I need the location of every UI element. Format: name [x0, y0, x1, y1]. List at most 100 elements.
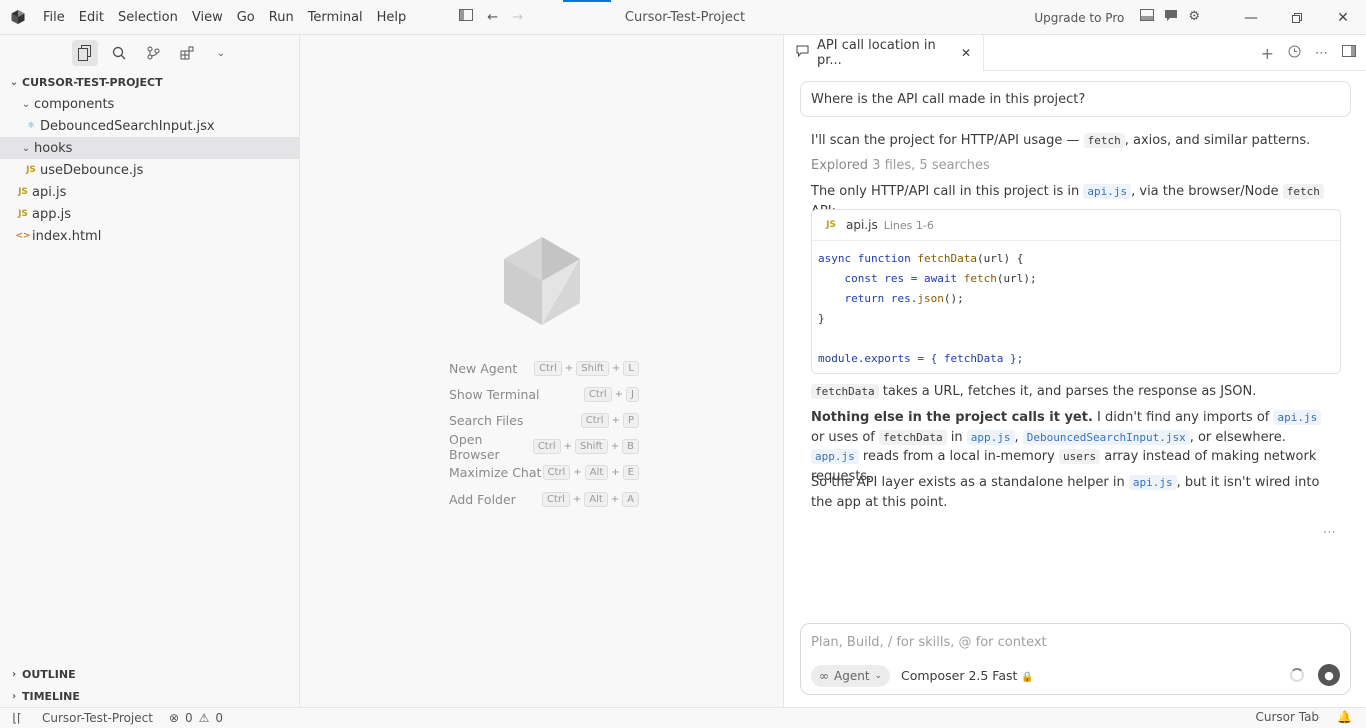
code-file-name: api.js	[846, 218, 878, 232]
code-block-header[interactable]: JS api.js Lines 1-6	[812, 210, 1340, 241]
agent-mode-dropdown[interactable]: ∞ Agent ⌄	[811, 665, 891, 687]
forward-arrow-icon[interactable]: →	[512, 10, 523, 25]
chat-input-placeholder[interactable]: Plan, Build, / for skills, @ for context	[811, 635, 1047, 650]
shortcut-show-terminal[interactable]: Show Terminal Ctrl + J	[449, 381, 639, 407]
key-badge: J	[626, 386, 639, 402]
warning-count: 0	[215, 711, 224, 725]
shortcut-open-browser[interactable]: Open Browser Ctrl + Shift + B	[449, 432, 639, 462]
status-problems[interactable]: ⊗ 0 ⚠ 0	[169, 711, 223, 725]
react-file-icon: ⚛	[26, 121, 36, 131]
file-link-app-js[interactable]: app.js	[811, 449, 859, 464]
layout-panel-icon[interactable]	[1140, 9, 1155, 26]
shortcut-label: Add Folder	[449, 491, 516, 507]
message-more-icon[interactable]: ⋯	[1323, 525, 1336, 540]
message-text: The only HTTP/API call in this project i…	[811, 184, 1084, 199]
remote-connection-icon[interactable]: ⌊⌈	[0, 711, 34, 725]
key-badge: Shift	[575, 439, 608, 455]
assistant-message-3: fetchData takes a URL, fetches it, and p…	[811, 382, 1331, 402]
explored-summary[interactable]: Explored 3 files, 5 searches	[811, 156, 1331, 176]
file-link-debouncedsearchinput[interactable]: DebouncedSearchInput.jsx	[1022, 429, 1190, 445]
tree-file-usedebounce[interactable]: JS useDebounce.js	[0, 159, 299, 181]
chat-tab-active[interactable]: API call location in pr... ✕	[784, 34, 984, 71]
chat-input-box[interactable]: Plan, Build, / for skills, @ for context…	[800, 623, 1351, 695]
model-selector[interactable]: Composer 2.5 Fast 🔒	[901, 668, 1034, 683]
chevron-right-icon: ›	[11, 668, 17, 680]
tree-file-debouncedsearchinput[interactable]: ⚛ DebouncedSearchInput.jsx	[0, 115, 299, 137]
agent-mode-label: Agent	[834, 669, 870, 683]
inline-code: fetch	[1083, 133, 1125, 148]
code-token: ();	[943, 292, 964, 305]
shortcut-add-folder[interactable]: Add Folder Ctrl + Alt + A	[449, 486, 639, 512]
menu-terminal[interactable]: Terminal	[301, 10, 370, 25]
code-token: json	[917, 292, 944, 305]
extensions-icon[interactable]	[174, 40, 200, 66]
shortcut-maximize-chat[interactable]: Maximize Chat Ctrl + Alt + E	[449, 460, 639, 486]
more-options-icon[interactable]: ⋯	[1315, 46, 1328, 61]
file-link-api-js[interactable]: api.js	[1128, 475, 1177, 490]
code-token: async function	[818, 252, 918, 265]
code-block: JS api.js Lines 1-6 async function fetch…	[811, 209, 1341, 374]
shortcut-label: Search Files	[449, 412, 524, 428]
outline-section-header[interactable]: › OUTLINE	[0, 663, 299, 685]
js-file-icon: JS	[826, 220, 836, 230]
file-link-api-js[interactable]: api.js	[1083, 184, 1132, 199]
chat-bubble-icon[interactable]	[1164, 9, 1178, 26]
sidebar-toolbar: ⌄	[0, 35, 299, 71]
message-text: in	[946, 429, 967, 445]
chat-tab-title: API call location in pr...	[817, 37, 936, 68]
toggle-panel-icon[interactable]	[1342, 45, 1356, 61]
menu-help[interactable]: Help	[370, 10, 414, 25]
file-link-app-js[interactable]: app.js	[966, 429, 1015, 445]
close-icon[interactable]: ✕	[961, 46, 971, 60]
upgrade-to-pro-link[interactable]: Upgrade to Pro	[1034, 11, 1124, 25]
microphone-icon[interactable]: ●	[1318, 664, 1340, 686]
explorer-files-icon[interactable]	[72, 40, 98, 66]
chat-panel: API call location in pr... ✕ + ⋯ Where i…	[783, 34, 1366, 707]
cursor-watermark-icon	[500, 235, 584, 331]
search-icon[interactable]	[106, 40, 132, 66]
menu-run[interactable]: Run	[262, 10, 301, 25]
chevron-down-icon[interactable]: ⌄	[208, 40, 234, 66]
model-label: Composer 2.5 Fast	[901, 668, 1018, 683]
timeline-section-header[interactable]: › TIMELINE	[0, 685, 299, 707]
history-clock-icon[interactable]	[1288, 45, 1301, 62]
menu-file[interactable]: File	[36, 10, 72, 25]
menu-go[interactable]: Go	[230, 10, 262, 25]
restore-button[interactable]	[1274, 0, 1320, 35]
key-badge: Ctrl	[534, 360, 562, 376]
menu-edit[interactable]: Edit	[72, 10, 111, 25]
tree-file-app[interactable]: JS app.js	[0, 203, 299, 225]
minimize-button[interactable]: —	[1228, 0, 1274, 35]
message-text: I didn't find any imports of	[1092, 410, 1274, 425]
tree-folder-components[interactable]: ⌄ components	[0, 93, 299, 115]
shortcut-new-agent[interactable]: New Agent Ctrl + Shift + L	[449, 355, 639, 381]
explorer-root-header[interactable]: ⌄ CURSOR-TEST-PROJECT	[0, 71, 299, 93]
tree-file-api[interactable]: JS api.js	[0, 181, 299, 203]
chevron-down-icon: ⌄	[21, 98, 31, 110]
back-arrow-icon[interactable]: ←	[487, 10, 498, 25]
close-window-button[interactable]: ✕	[1320, 0, 1366, 35]
file-link-api-js[interactable]: api.js	[1273, 410, 1322, 425]
js-file-icon: JS	[26, 165, 36, 175]
menu-view[interactable]: View	[185, 10, 230, 25]
gear-icon[interactable]: ⚙	[1188, 9, 1200, 26]
shortcut-label: New Agent	[449, 360, 518, 376]
inline-code: fetchData	[811, 384, 879, 399]
shortcut-search-files[interactable]: Search Files Ctrl + P	[449, 407, 639, 433]
user-question-bubble[interactable]: Where is the API call made in this proje…	[800, 81, 1351, 117]
code-line: }	[818, 312, 825, 325]
title-accent-bar	[563, 0, 611, 2]
key-badge: B	[622, 439, 639, 455]
cursor-tab-status[interactable]: Cursor Tab	[1255, 710, 1319, 724]
outline-label: OUTLINE	[22, 667, 76, 681]
plus-icon[interactable]: +	[1261, 44, 1274, 63]
key-badge: L	[623, 360, 639, 376]
tree-folder-hooks[interactable]: ⌄ hooks	[0, 137, 299, 159]
bell-icon[interactable]: 🔔	[1337, 710, 1352, 724]
code-line-range: Lines 1-6	[883, 218, 934, 232]
source-control-icon[interactable]	[140, 40, 166, 66]
status-project-name[interactable]: Cursor-Test-Project	[42, 711, 153, 725]
tree-file-index[interactable]: <> index.html	[0, 225, 299, 247]
toggle-sidebar-icon[interactable]	[459, 9, 474, 25]
menu-selection[interactable]: Selection	[111, 10, 185, 25]
